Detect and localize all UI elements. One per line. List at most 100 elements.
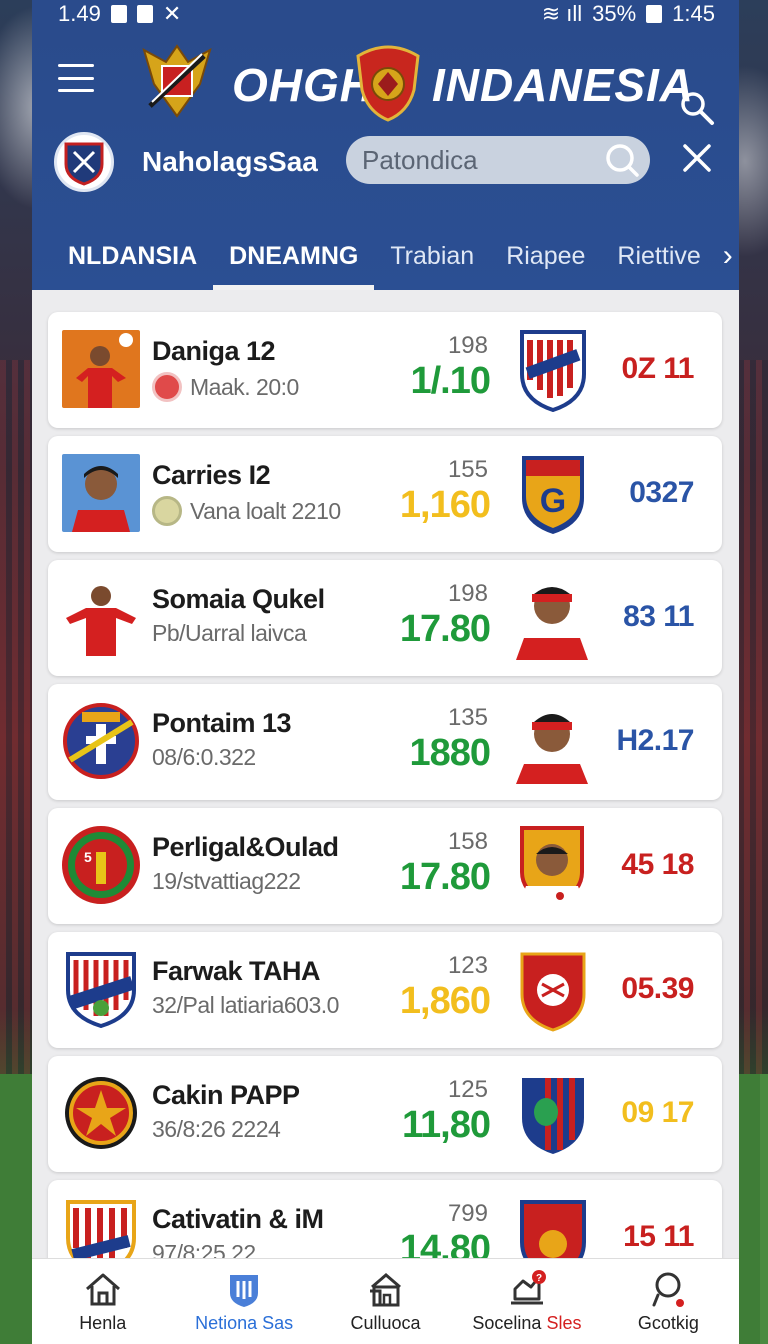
score: 05.39 [621,972,694,1005]
nav-culluoca[interactable]: Culluoca [315,1259,456,1344]
club-mini-icon [152,372,182,402]
nav-socelina[interactable]: ? Socelina Sles [456,1259,597,1344]
player-name: Cakin PAPP [152,1080,300,1110]
score: 0Z 11 [621,352,694,385]
nav-home[interactable]: Henla [32,1259,173,1344]
score: 15 11 [623,1220,694,1253]
list-item[interactable]: 5 Perligal&Oulad 19/stvattiag222 158 17.… [48,808,722,924]
player-meta: 19/stvattiag222 [152,868,301,894]
stat-small: 158 [447,828,488,855]
club-badge-icon [64,142,104,186]
list-item[interactable]: Daniga 12 Maak. 20:0 198 1/.10 0Z 11 [48,312,722,428]
svg-text:G: G [540,482,566,520]
gesture-icon: ✕ [162,1,182,26]
battery-icon [646,5,663,23]
stat-big: 1,860 [399,980,491,1022]
player-name: Perligal&Oulad [152,832,339,862]
player-meta: 36/8:26 2224 [152,1116,281,1142]
player-photo [62,330,140,408]
stat-big: 17.80 [399,608,491,650]
stat-big: 1/.10 [410,360,491,402]
notification-icon [110,5,127,23]
list-item[interactable]: Somaia Qukel Pb/Uarral laivca 198 17.80 … [48,560,722,676]
chart-icon: ? [510,1270,546,1305]
search-lens-icon[interactable] [604,142,640,178]
score: 09 17 [621,1096,694,1129]
stat-big: 1880 [409,732,491,774]
nav-label: Culluoca [350,1313,421,1333]
nav-label-accent: Sles [546,1313,582,1333]
list-item[interactable]: Pontaim 13 08/6:0.322 135 1880 H2.17 [48,684,722,800]
player-photo [62,578,140,656]
app-header: OHGH INDANESIA NaholagsSaa Patondica NLD… [32,28,739,290]
score: 83 11 [623,600,694,633]
search-bar[interactable] [346,136,650,184]
close-icon[interactable] [681,142,713,174]
score: 45 18 [621,848,694,881]
home-icon [85,1273,120,1306]
nav-label: Socelina Sles [472,1313,581,1334]
nav-gcotkig[interactable]: Gcotkig [598,1259,739,1344]
player-name: Farwak TAHA [152,956,321,986]
player-meta: Pb/Uarral laivca [152,620,307,646]
status-time-left: 1.49 [58,1,101,26]
nav-label: Gcotkig [637,1313,699,1333]
building-icon [369,1273,401,1307]
player-headshot [516,587,588,660]
stat-small: 135 [447,704,488,731]
player-subtitle: Maak. 20:0 [152,372,299,402]
player-name: Somaia Qukel [152,584,325,614]
search-icon[interactable] [679,90,715,126]
player-meta: 08/6:0.322 [152,744,256,770]
user-avatar[interactable] [54,132,114,192]
tab-trabian[interactable]: Trabian [374,222,490,290]
list-item[interactable]: Carries I2 Vana loalt 2210 155 1,160 G 0… [48,436,722,552]
garuda-crest-icon [142,44,212,118]
chevron-right-icon[interactable]: › [723,239,733,273]
player-subtitle: Vana loalt 2210 [152,496,341,526]
national-crest-icon [356,45,420,122]
team-shield-icon [520,330,586,412]
battery-percent: 35% [592,1,637,26]
score: H2.17 [616,724,694,757]
player-name: Pontaim 13 [152,708,292,738]
score: 0327 [629,476,694,509]
tab-nldansia[interactable]: NLDANSIA [52,222,213,290]
list-item[interactable]: Cakin PAPP 36/8:26 2224 125 11,80 09 17 [48,1056,722,1172]
club-mini-icon [152,496,182,526]
menu-icon[interactable] [58,64,94,92]
player-meta: Maak. 20:0 [190,373,299,400]
stat-small: 198 [447,580,488,607]
tab-riapee[interactable]: Riapee [490,222,601,290]
team-shield-icon [522,1078,584,1154]
club-crest-icon: 5 [62,826,140,904]
player-name: Daniga 12 [152,336,276,366]
shield-icon [230,1275,259,1307]
profile-icon [652,1272,685,1307]
tab-dneamng[interactable]: DNEAMNG [213,222,375,290]
bottom-nav: Henla Netiona Sas Culluoca ? Socelina Sl… [32,1258,739,1344]
club-crest-icon [65,1077,137,1149]
player-headshot-with-crest [518,826,586,908]
list-item[interactable]: Farwak TAHA 32/Pal latiaria603.0 123 1,8… [48,932,722,1048]
wifi-signal-icon: ≋ ıll [541,1,583,26]
stat-small: 799 [447,1200,488,1227]
player-name: Carries I2 [152,460,271,490]
tab-bar: NLDANSIA DNEAMNG Trabian Riapee Riettive… [32,222,739,290]
svg-text:?: ? [536,1273,542,1284]
stat-big: 1,160 [399,484,491,526]
nav-label: Netiona Sas [195,1313,294,1333]
team-shield-ball-icon [520,952,586,1032]
stat-small: 123 [447,952,488,979]
nav-label: Henla [79,1313,127,1333]
stat-small: 198 [447,332,488,359]
tab-riettive[interactable]: Riettive [601,222,716,290]
player-subtitle: Pb/Uarral laivca [152,620,307,647]
player-list: Daniga 12 Maak. 20:0 198 1/.10 0Z 11 Car… [48,312,722,1304]
club-crest-icon [66,952,136,1028]
nav-label-part: Socelina [472,1313,547,1333]
stat-big: 17.80 [399,856,491,898]
search-input[interactable] [362,144,592,176]
nav-netiona[interactable]: Netiona Sas [173,1259,314,1344]
player-photo [62,454,140,532]
